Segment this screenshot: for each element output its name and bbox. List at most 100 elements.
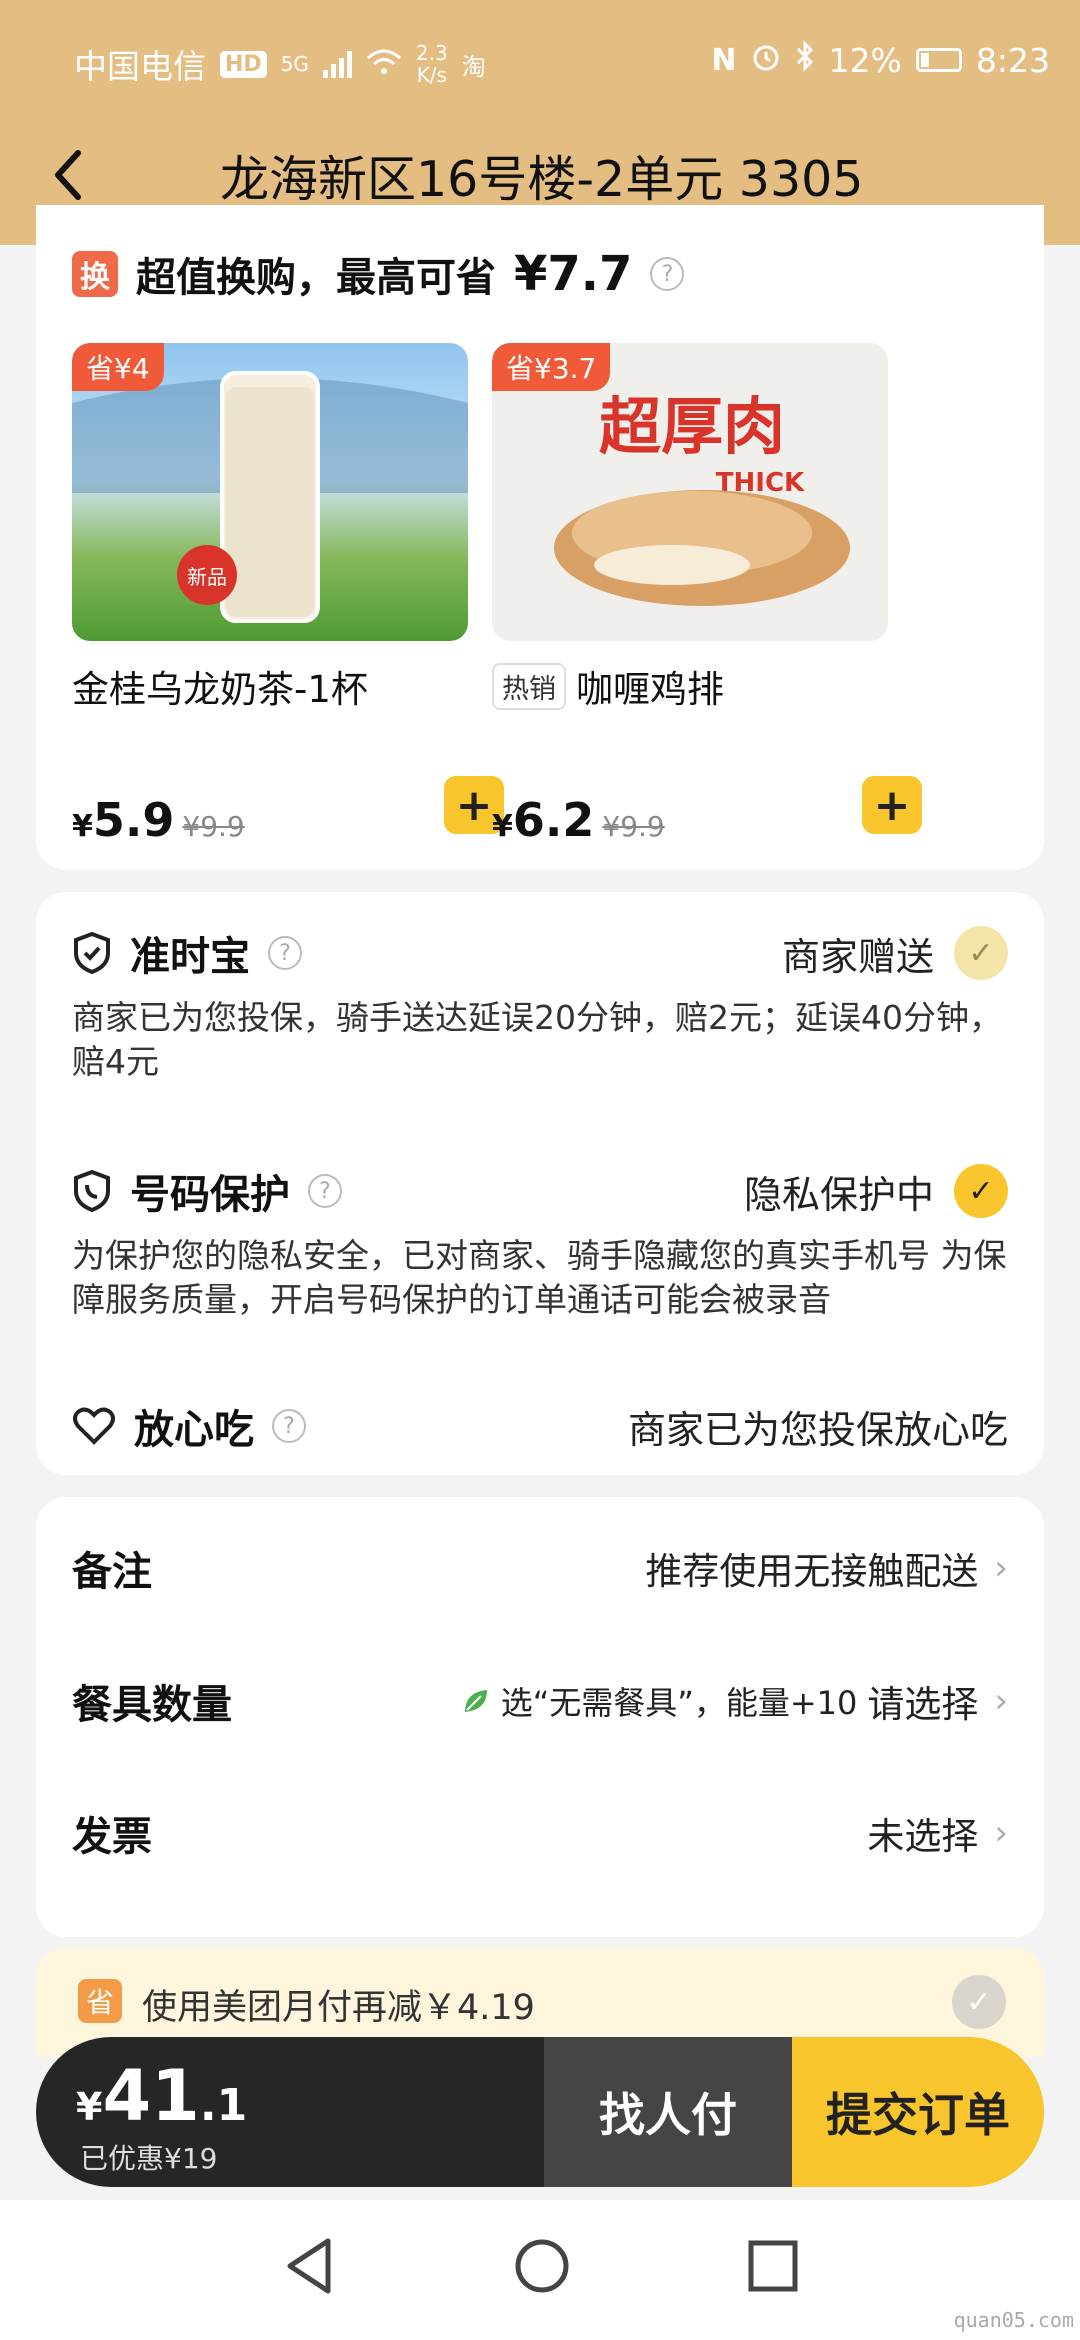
product-name-text: 咖喱鸡排	[576, 668, 724, 711]
product-card[interactable]: 新品 省¥4 金桂乌龙奶茶-1杯 ¥5.9 ¥9.9 +	[72, 343, 504, 847]
total-decimal: .1	[199, 2080, 248, 2131]
tao-icon: 淘	[461, 52, 486, 81]
back-button[interactable]	[40, 135, 100, 215]
hd-icon: HD	[220, 50, 267, 78]
service-ontime: 准时宝 ? 商家赠送 ✓ 商家已为您投保，骑手送达延误20分钟，赔2元；延误40…	[72, 924, 1008, 1084]
shield-phone-icon	[74, 1169, 110, 1213]
total-amount: ¥41.1	[76, 2055, 247, 2137]
add-to-cart-button[interactable]: +	[862, 776, 922, 834]
help-icon[interactable]: ?	[308, 1174, 342, 1208]
status-bar: 中国电信 HD 5G 2.3 K/s 淘 N 12% 8:23	[0, 0, 1080, 120]
total-integer: 41	[102, 2055, 200, 2137]
product-name: 金桂乌龙奶茶-1杯	[72, 659, 368, 713]
alarm-icon	[751, 41, 781, 80]
service-title: 放心吃	[134, 1407, 254, 1453]
save-icon: 省	[78, 1979, 122, 2023]
service-description: 商家已为您投保，骑手送达延误20分钟，赔2元；延误40分钟，赔4元	[72, 998, 1002, 1081]
product-card[interactable]: 超厚肉 THICK 省¥3.7 热销 咖喱鸡排 ¥6.2 ¥9.9 +	[492, 343, 922, 847]
plus-icon: +	[873, 779, 911, 831]
current-price: ¥5.9	[72, 793, 174, 847]
service-status: 商家赠送	[781, 934, 934, 979]
page-title: 龙海新区16号楼-2单元 3305	[220, 151, 864, 208]
original-price: ¥9.9	[182, 810, 245, 843]
remark-value: 推荐使用无接触配送	[645, 1550, 979, 1593]
tableware-row[interactable]: 餐具数量 选“无需餐具”，能量+10 请选择 ›	[72, 1672, 1008, 1730]
checkmark-icon: ✓	[954, 926, 1008, 980]
svg-text:超厚肉: 超厚肉	[599, 390, 785, 463]
service-status: 商家已为您投保放心吃	[627, 1407, 1008, 1452]
help-icon[interactable]: ?	[650, 257, 685, 291]
home-circle-icon[interactable]	[512, 2235, 572, 2301]
product-image-chicken-cutlet[interactable]: 超厚肉 THICK 省¥3.7	[492, 343, 888, 641]
service-status: 隐私保护中	[743, 1172, 934, 1217]
invoice-label: 发票	[72, 1814, 152, 1860]
chevron-left-icon	[55, 150, 81, 200]
wifi-icon	[366, 45, 402, 84]
svg-text:新品: 新品	[187, 565, 227, 589]
invoice-row[interactable]: 发票 未选择 ›	[72, 1804, 1008, 1862]
exchange-max-save: ¥7.7	[514, 246, 633, 302]
net-speed-value: 2.3	[415, 41, 448, 65]
original-price: ¥9.9	[602, 810, 665, 843]
signal-icon	[322, 50, 352, 78]
checkout-bar: ¥41.1 已优惠¥19 找人付 提交订单	[36, 2037, 1044, 2187]
help-icon[interactable]: ?	[268, 936, 302, 970]
checkmark-toggle[interactable]: ✓	[952, 1975, 1006, 2029]
back-triangle-icon[interactable]	[282, 2235, 336, 2301]
heart-icon	[73, 1407, 115, 1445]
service-title: 号码保护	[130, 1172, 290, 1218]
remark-row[interactable]: 备注 推荐使用无接触配送 ›	[72, 1539, 1008, 1597]
recent-apps-icon[interactable]	[745, 2235, 801, 2301]
price-value: 5.9	[92, 793, 175, 847]
product-price: ¥5.9 ¥9.9	[72, 793, 245, 847]
watermark: quan05.com	[953, 2308, 1074, 2332]
remark-label: 备注	[72, 1549, 152, 1595]
service-title: 准时宝	[130, 934, 250, 980]
battery-percent: 12%	[828, 40, 902, 80]
chevron-right-icon: ›	[994, 1548, 1008, 1588]
exchange-card: 换 超值换购，最高可省 ¥7.7 ? 新品 省¥4 金桂乌龙奶茶-1杯 ¥5.9…	[36, 205, 1044, 870]
find-payer-button[interactable]: 找人付	[544, 2037, 792, 2187]
network-type: 5G	[280, 52, 309, 76]
submit-order-button[interactable]: 提交订单	[792, 2037, 1044, 2187]
carrier-label: 中国电信	[74, 47, 206, 86]
bluetooth-icon	[795, 40, 815, 80]
hot-sale-badge: 热销	[492, 662, 566, 710]
invoice-value: 未选择	[867, 1815, 979, 1858]
discount-text: 已优惠¥19	[80, 2142, 218, 2175]
plus-icon: +	[455, 779, 493, 831]
currency-symbol: ¥	[72, 809, 93, 844]
tableware-hint: 选“无需餐具”，能量+10	[500, 1684, 858, 1722]
total-price: ¥41.1 已优惠¥19	[36, 2037, 544, 2187]
product-name-text: 金桂乌龙奶茶-1杯	[72, 668, 368, 711]
net-speed-unit: K/s	[416, 63, 447, 87]
system-nav-bar: quan05.com	[0, 2200, 1080, 2340]
exchange-header: 换 超值换购，最高可省 ¥7.7 ?	[72, 245, 685, 303]
currency-symbol: ¥	[76, 2085, 103, 2129]
leaf-icon	[464, 1690, 487, 1712]
checkmark-toggle[interactable]: ✓	[954, 1164, 1008, 1218]
exchange-title: 超值换购，最高可省	[136, 255, 496, 301]
chevron-right-icon: ›	[994, 1813, 1008, 1853]
tableware-value: 请选择	[867, 1683, 979, 1726]
current-price: ¥6.2	[492, 793, 594, 847]
save-tag: 省¥3.7	[492, 343, 611, 391]
chevron-right-icon: ›	[994, 1681, 1008, 1721]
product-name: 热销 咖喱鸡排	[492, 659, 724, 713]
service-description: 为保护您的隐私安全，已对商家、骑手隐藏您的真实手机号 为保障服务质量，开启号码保…	[72, 1236, 1007, 1319]
battery-icon	[915, 48, 962, 72]
exchange-icon: 换	[72, 251, 118, 297]
shield-check-icon	[74, 931, 110, 975]
product-price: ¥6.2 ¥9.9	[492, 793, 665, 847]
price-value: 6.2	[512, 793, 595, 847]
monthly-pay-text: 使用美团月付再减￥4.19	[142, 1988, 535, 2028]
service-number-protection: 号码保护 ? 隐私保护中 ✓ 为保护您的隐私安全，已对商家、骑手隐藏您的真实手机…	[72, 1162, 1008, 1322]
clock: 8:23	[975, 40, 1050, 80]
options-card: 备注 推荐使用无接触配送 › 餐具数量 选“无需餐具”，能量+10 请选择 › 发…	[36, 1497, 1044, 1937]
net-speed: 2.3 K/s	[416, 42, 448, 86]
tableware-label: 餐具数量	[72, 1682, 232, 1728]
help-icon[interactable]: ?	[272, 1409, 306, 1443]
currency-symbol: ¥	[492, 809, 513, 844]
product-image-milk-tea[interactable]: 新品 省¥4	[72, 343, 468, 641]
service-safe-eat: 放心吃 ? 商家已为您投保放心吃	[72, 1397, 1008, 1455]
